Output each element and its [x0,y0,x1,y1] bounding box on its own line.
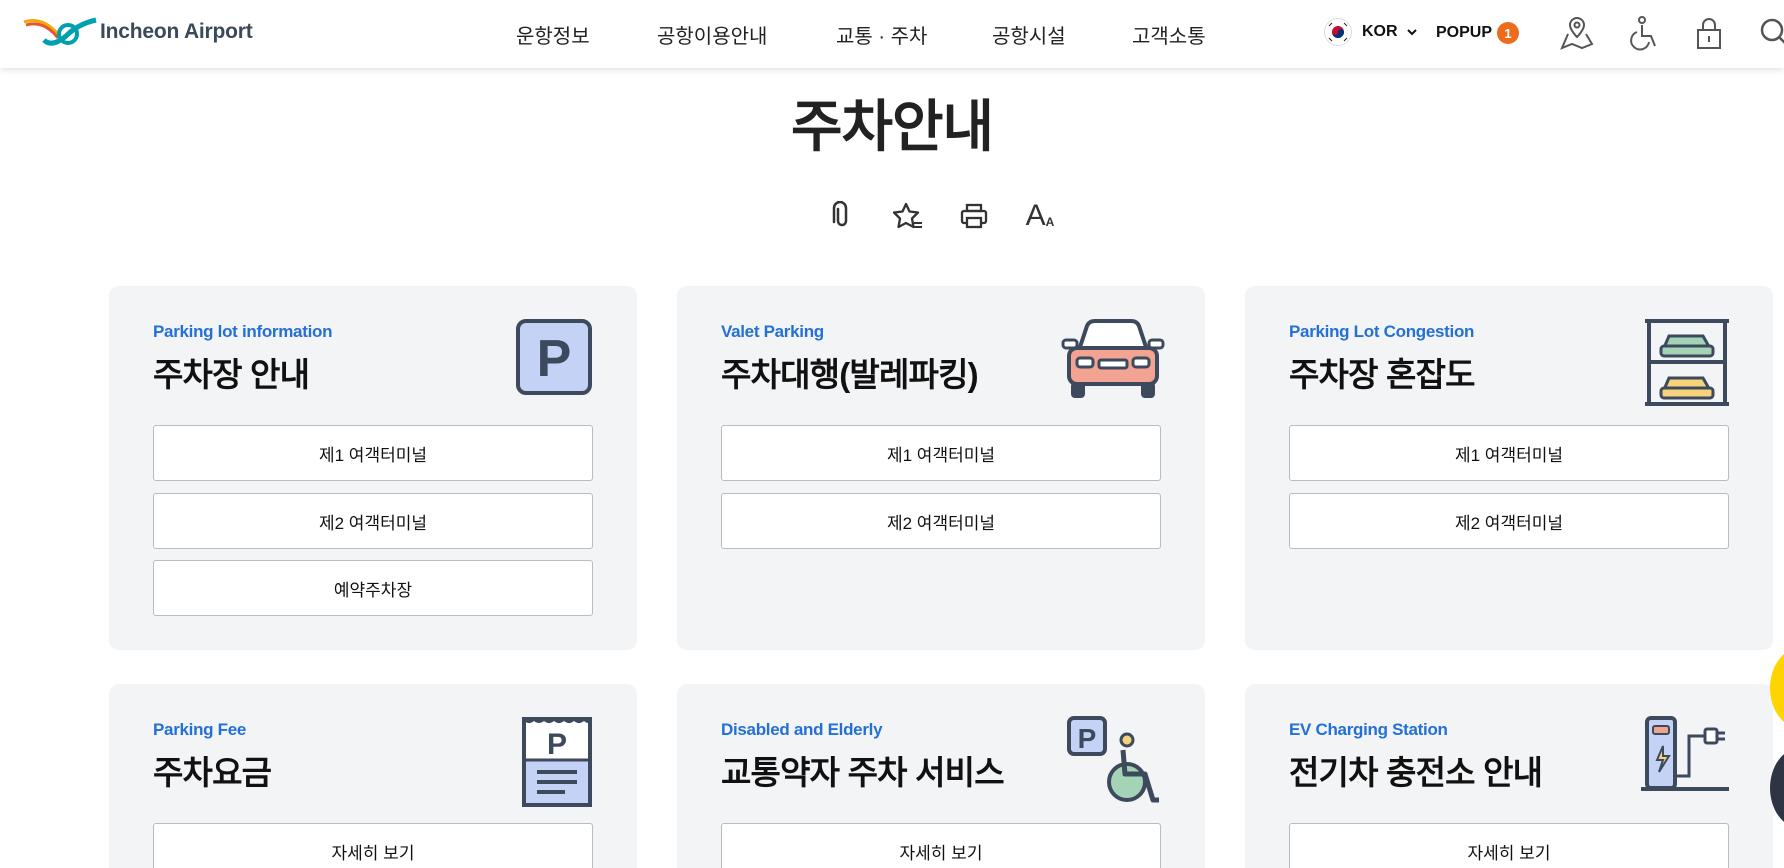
page-title: 주차안내 [790,95,994,158]
button-terminal-1[interactable]: 제1 여객터미널 [721,425,1161,481]
disabled-parking-icon: P [1067,716,1159,803]
parking-sign-icon: P [516,319,592,395]
card-subtitle: Parking Fee [153,720,247,739]
card-subtitle: Valet Parking [721,322,824,341]
link-icon[interactable] [824,198,860,234]
map-pin-icon[interactable] [1558,14,1596,52]
button-terminal-1[interactable]: 제1 여객터미널 [153,425,593,481]
card-title: 주차장 안내 [153,356,310,393]
nav-item-airport-guide[interactable]: 공항이용안내 [657,20,767,49]
card-subtitle: Parking lot information [153,322,333,341]
page-tools: AA [824,198,1058,234]
star-icon[interactable] [890,198,926,234]
card-title: 주차요금 [153,754,272,791]
font-size-large-glyph: A [1025,199,1046,232]
button-terminal-1[interactable]: 제1 여객터미널 [1289,425,1729,481]
card-subtitle: Disabled and Elderly [721,720,883,739]
card-parking-lot-info: Parking lot information 주차장 안내 P 제1 여객터미… [109,286,637,650]
button-view-details[interactable]: 자세히 보기 [1289,823,1729,868]
car-icon [1061,319,1165,398]
card-title: 전기차 충전소 안내 [1289,754,1543,791]
site-header: Incheon Airport 운항정보 공항이용안내 교통 · 주차 공항시설… [0,0,1784,68]
nav-item-flight-info[interactable]: 운항정보 [516,20,590,49]
card-parking-congestion: Parking Lot Congestion 주차장 혼잡도 제1 여객터미널 … [1245,286,1773,650]
search-icon[interactable] [1756,14,1784,52]
popup-label: POPUP [1436,24,1493,41]
card-valet-parking: Valet Parking 주차대행(발레파킹) 제1 여객터미널 제2 여객터… [677,286,1205,650]
card-parking-fee: Parking Fee 주차요금 P 자세히 보기 [109,684,637,868]
card-title: 교통약자 주차 서비스 [721,754,1005,791]
svg-text:P: P [537,330,572,388]
card-ev-charging: EV Charging Station 전기차 충전소 안내 자세히 보기 [1245,684,1773,868]
card-subtitle: Parking Lot Congestion [1289,322,1475,341]
card-title: 주차장 혼잡도 [1289,356,1476,393]
nav-item-facilities[interactable]: 공항시설 [992,20,1066,49]
button-view-details[interactable]: 자세히 보기 [721,823,1161,868]
svg-text:P: P [1078,723,1097,754]
lock-icon[interactable] [1690,14,1728,52]
accessibility-icon[interactable] [1624,14,1662,52]
card-subtitle: EV Charging Station [1289,720,1448,739]
font-size-icon[interactable]: AA [1022,198,1058,234]
parking-ticket-icon: P [522,716,592,807]
font-size-small-glyph: A [1045,215,1055,229]
card-disabled-elderly: Disabled and Elderly 교통약자 주차 서비스 P 자세히 보… [677,684,1205,868]
korea-flag-icon [1324,18,1352,46]
chevron-down-icon [1406,29,1417,36]
ev-charger-icon [1641,716,1729,791]
card-title: 주차대행(발레파킹) [721,356,979,393]
nav-item-customer[interactable]: 고객소통 [1132,20,1206,49]
popup-button[interactable]: POPUP 1 [1436,22,1520,44]
print-icon[interactable] [956,198,992,234]
svg-text:P: P [547,728,567,761]
button-terminal-2[interactable]: 제2 여객터미널 [1289,493,1729,549]
language-label: KOR [1362,23,1398,40]
button-terminal-2[interactable]: 제2 여객터미널 [721,493,1161,549]
popup-count-badge: 1 [1497,22,1520,44]
language-selector[interactable]: KOR [1324,18,1418,46]
button-view-details[interactable]: 자세히 보기 [153,823,593,868]
nav-item-transport-parking[interactable]: 교통 · 주차 [836,20,927,49]
parking-garage-icon [1645,319,1729,406]
button-reserved-parking[interactable]: 예약주차장 [153,560,593,616]
button-terminal-2[interactable]: 제2 여객터미널 [153,493,593,549]
